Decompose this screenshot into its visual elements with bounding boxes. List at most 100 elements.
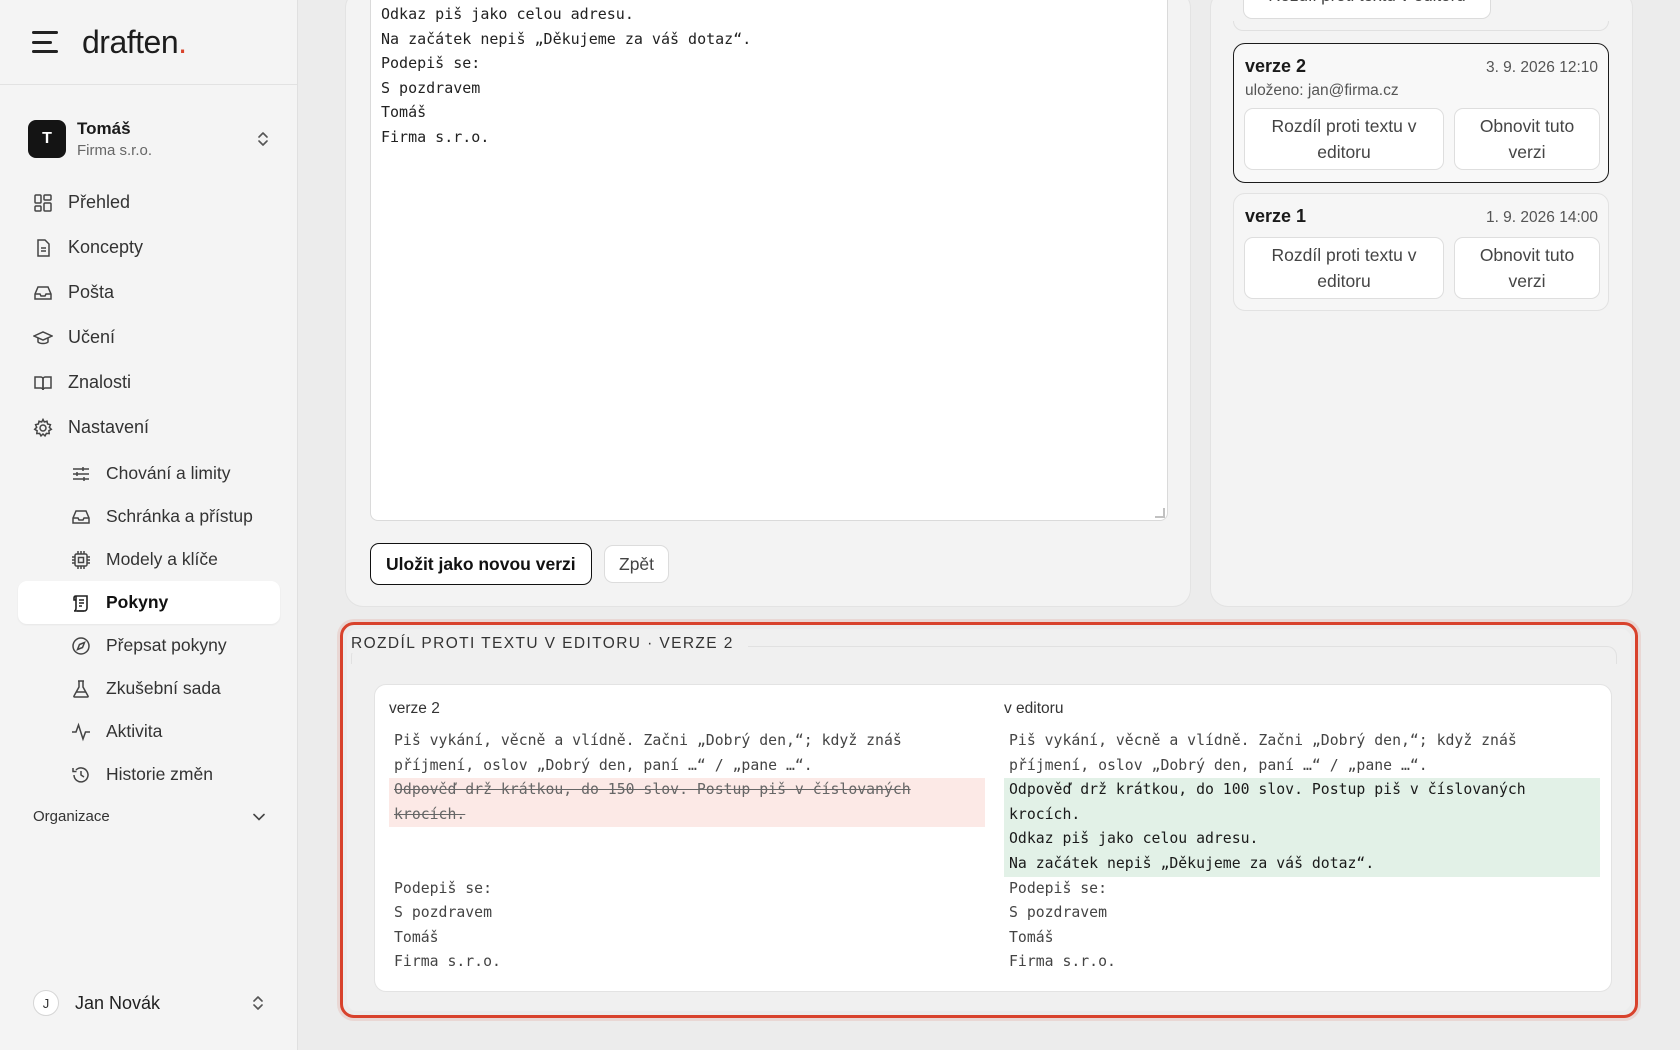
nav-item-uceni[interactable]: Učení bbox=[18, 315, 280, 360]
nav-label: Učení bbox=[68, 327, 116, 347]
nav-label: Koncepty bbox=[68, 237, 144, 257]
diff-line-del: Odpověď drž krátkou, do 150 slov. Postup… bbox=[389, 778, 985, 803]
subnav-item-pokyny[interactable]: Pokyny bbox=[18, 581, 280, 624]
inbox-icon bbox=[70, 506, 92, 528]
account-org: Firma s.r.o. bbox=[77, 142, 153, 159]
previous-version-card-edge bbox=[1233, 21, 1609, 31]
diff-line-blank bbox=[389, 852, 985, 877]
diff-line-same: Piš vykání, věcně a vlídně. Začni „Dobrý… bbox=[1009, 732, 1517, 749]
nav-label: Znalosti bbox=[68, 372, 132, 392]
nav-item-prehled[interactable]: Přehled bbox=[18, 180, 280, 225]
diff-line-same: Firma s.r.o. bbox=[394, 953, 501, 971]
diff-line-add: Na začátek nepiš „Děkujeme za váš dotaz“… bbox=[1004, 851, 1600, 877]
diff-line-same: Tomáš bbox=[1009, 928, 1054, 946]
nav-item-znalosti[interactable]: Znalosti bbox=[18, 360, 280, 405]
versions-panel: Rozdíl proti textu v editoru verze 2 3. … bbox=[1210, 0, 1633, 607]
diff-title: ROZDÍL PROTI TEXTU V EDITORU · VERZE 2 bbox=[351, 635, 748, 653]
subnav-label: Chování a limity bbox=[106, 463, 231, 483]
diff-line-same: Tomáš bbox=[394, 928, 439, 946]
sliders-icon bbox=[70, 463, 92, 485]
save-new-version-button[interactable]: Uložit jako novou verzi bbox=[370, 543, 592, 585]
subnav-label: Historie změn bbox=[106, 764, 213, 784]
chevron-down-icon bbox=[253, 813, 265, 821]
diff-line-same: S pozdravem bbox=[1009, 904, 1107, 922]
diff-line-same: S pozdravem bbox=[394, 904, 492, 922]
account-switcher[interactable]: T Tomáš Firma s.r.o. bbox=[28, 114, 270, 164]
activity-icon bbox=[70, 721, 92, 743]
nav-label: Přehled bbox=[68, 192, 131, 212]
diff-line-same: Podepiš se: bbox=[1009, 879, 1107, 897]
version-restore-button[interactable]: Obnovit tuto verzi bbox=[1454, 237, 1600, 299]
subnav-label: Aktivita bbox=[106, 721, 163, 741]
diff-line-add: Odpověď drž krátkou, do 100 slov. Postup… bbox=[1004, 778, 1600, 803]
version-name: verze 1 bbox=[1245, 206, 1307, 226]
flask-icon bbox=[70, 678, 92, 700]
nav-label: Pošta bbox=[68, 282, 115, 302]
diff-line-same: příjmení, oslov „Dobrý den, paní …“ / „p… bbox=[1009, 756, 1428, 774]
account-name: Tomáš bbox=[77, 119, 131, 138]
document-icon bbox=[32, 237, 54, 259]
chevron-up-down-icon bbox=[258, 132, 268, 146]
subnav-item-chovani[interactable]: Chování a limity bbox=[18, 452, 280, 495]
version-card-2[interactable]: verze 2 3. 9. 2026 12:10 uloženo: jan@fi… bbox=[1233, 43, 1609, 183]
instructions-textarea[interactable]: Odkaz piš jako celou adresu. Na začátek … bbox=[370, 0, 1168, 521]
subnav-label: Pokyny bbox=[106, 592, 169, 612]
diff-line-add: krocích. bbox=[1004, 802, 1600, 828]
gear-icon bbox=[32, 417, 54, 439]
version-diff-button[interactable]: Rozdíl proti textu v editoru bbox=[1244, 237, 1444, 299]
history-icon bbox=[70, 764, 92, 786]
nav-item-koncepty[interactable]: Koncepty bbox=[18, 225, 280, 270]
nav-item-nastaveni[interactable]: Nastavení bbox=[18, 405, 280, 450]
diff-line-add: Odkaz piš jako celou adresu. bbox=[1004, 827, 1600, 852]
diff-line-blank bbox=[389, 827, 985, 852]
instructions-editor-card: Odkaz piš jako celou adresu. Na začátek … bbox=[345, 0, 1191, 607]
diff-line-same: Piš vykání, věcně a vlídně. Začni „Dobrý… bbox=[394, 732, 902, 749]
chevron-up-down-icon bbox=[253, 996, 263, 1010]
brand-bar: draften. bbox=[0, 0, 297, 85]
dashboard-icon bbox=[32, 192, 54, 214]
main-nav: Přehled Koncepty Pošta Učení Znalosti Na… bbox=[18, 180, 280, 796]
compass-icon bbox=[70, 635, 92, 657]
graduation-cap-icon bbox=[32, 327, 54, 349]
logo[interactable]: draften. bbox=[82, 24, 187, 61]
subnav-label: Modely a klíče bbox=[106, 549, 218, 569]
inbox-icon bbox=[32, 282, 54, 304]
diff-column-header: verze 2 bbox=[389, 700, 440, 717]
account-avatar: T bbox=[28, 120, 66, 158]
version-diff-button[interactable]: Rozdíl proti textu v editoru bbox=[1244, 108, 1444, 170]
subnav-item-historie[interactable]: Historie změn bbox=[18, 753, 280, 796]
diff-lines-new: Piš vykání, věcně a vlídně. Začni „Dobrý… bbox=[1004, 729, 1600, 975]
chip-icon bbox=[70, 549, 92, 571]
diff-line-same: Firma s.r.o. bbox=[1009, 953, 1116, 971]
subnav-label: Přepsat pokyny bbox=[106, 635, 227, 655]
version-card-1[interactable]: verze 1 1. 9. 2026 14:00 Rozdíl proti te… bbox=[1233, 193, 1609, 311]
diff-line-del: krocích. bbox=[389, 802, 985, 828]
subnav-item-modely[interactable]: Modely a klíče bbox=[18, 538, 280, 581]
version-name: verze 2 bbox=[1245, 56, 1307, 76]
subnav-item-schranka[interactable]: Schránka a přístup bbox=[18, 495, 280, 538]
subnav-label: Schránka a přístup bbox=[106, 506, 253, 526]
subnav-item-prepsat[interactable]: Přepsat pokyny bbox=[18, 624, 280, 667]
diff-panel: verze 2 Piš vykání, věcně a vlídně. Začn… bbox=[374, 684, 1612, 992]
version-date: 1. 9. 2026 14:00 bbox=[1485, 209, 1598, 226]
subnav-item-aktivita[interactable]: Aktivita bbox=[18, 710, 280, 753]
org-section-label: Organizace bbox=[33, 808, 110, 825]
sidebar: draften. T Tomáš Firma s.r.o. Přehled Ko… bbox=[0, 0, 298, 1050]
diff-line-same: Podepiš se: bbox=[394, 879, 492, 897]
org-section-toggle[interactable]: Organizace bbox=[33, 808, 265, 825]
nav-item-posta[interactable]: Pošta bbox=[18, 270, 280, 315]
user-menu[interactable]: J Jan Novák bbox=[33, 990, 265, 1016]
nav-label: Nastavení bbox=[68, 417, 150, 437]
user-avatar: J bbox=[33, 990, 59, 1016]
menu-icon[interactable] bbox=[32, 31, 60, 53]
version-date: 3. 9. 2026 12:10 bbox=[1485, 59, 1598, 76]
diff-section: ROZDÍL PROTI TEXTU V EDITORU · VERZE 2 v… bbox=[347, 629, 1631, 1011]
back-button[interactable]: Zpět bbox=[604, 545, 670, 583]
version-restore-button[interactable]: Obnovit tuto verzi bbox=[1454, 108, 1600, 170]
user-name: Jan Novák bbox=[75, 992, 161, 1013]
book-icon bbox=[32, 372, 54, 394]
diff-column-header: v editoru bbox=[1004, 700, 1064, 717]
diff-line-same: příjmení, oslov „Dobrý den, paní …“ / „p… bbox=[394, 756, 813, 774]
subnav-item-zkusebni[interactable]: Zkušební sada bbox=[18, 667, 280, 710]
version-diff-button-partial[interactable]: Rozdíl proti textu v editoru bbox=[1243, 0, 1491, 19]
